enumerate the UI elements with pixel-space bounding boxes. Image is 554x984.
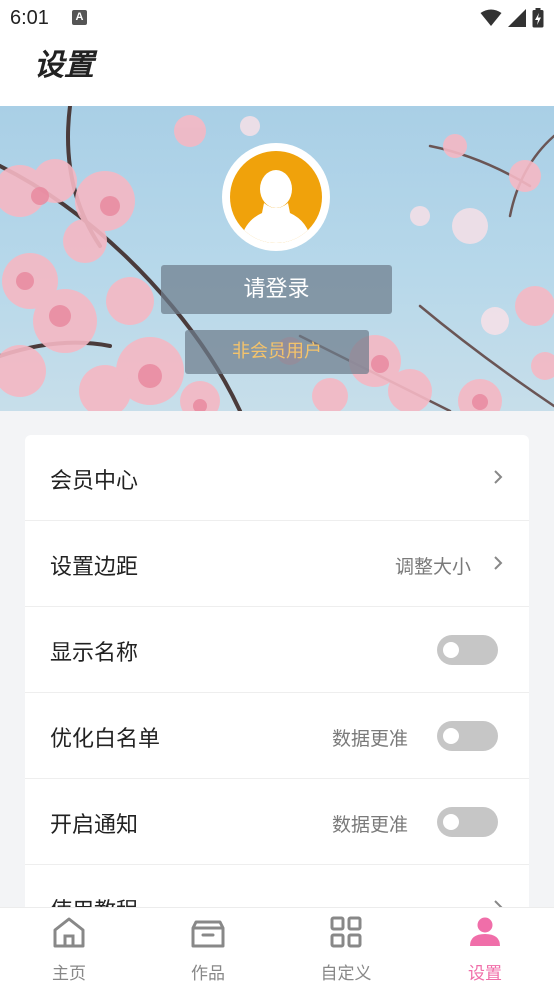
default-avatar-icon — [230, 151, 322, 243]
tab-custom[interactable]: 自定义 — [277, 908, 415, 984]
settings-row-label: 优化白名单 — [50, 727, 161, 752]
settings-row-notifications: 开启通知 数据更准 — [25, 779, 529, 865]
toggle-knob — [443, 728, 459, 744]
settings-row-member-center[interactable]: 会员中心 — [25, 435, 529, 521]
settings-row-hint: 数据更准 — [331, 728, 408, 750]
settings-row-show-name: 显示名称 — [25, 607, 529, 693]
battery-charging-icon — [532, 8, 544, 28]
tab-label: 作品 — [191, 964, 225, 984]
toggle-knob — [443, 814, 459, 830]
home-icon — [53, 917, 85, 948]
avatar[interactable] — [222, 143, 330, 251]
status-bar: 6:01 A — [0, 0, 554, 36]
membership-status-badge: 非会员用户 — [185, 330, 369, 374]
settings-row-label: 开启通知 — [50, 813, 139, 838]
status-time: 6:01 — [10, 7, 49, 29]
notification-icon: A — [72, 10, 87, 25]
settings-row-hint: 数据更准 — [331, 814, 408, 836]
settings-list: 会员中心 设置边距 调整大小 显示名称 优化白名单 数据更准 开启通知 数据更准… — [25, 435, 529, 915]
tab-home[interactable]: 主页 — [0, 908, 138, 984]
settings-row-whitelist: 优化白名单 数据更准 — [25, 693, 529, 779]
settings-row-label: 显示名称 — [50, 641, 139, 666]
tab-works[interactable]: 作品 — [139, 908, 277, 984]
chevron-right-icon — [494, 556, 503, 570]
notifications-toggle[interactable] — [437, 807, 498, 837]
toggle-knob — [443, 642, 459, 658]
status-icons — [480, 8, 544, 28]
tab-label: 设置 — [468, 964, 502, 984]
grid-icon — [330, 916, 362, 948]
login-button[interactable]: 请登录 — [161, 265, 392, 314]
settings-row-label: 设置边距 — [50, 555, 139, 580]
bottom-tab-bar: 主页 作品 自定义 设置 — [0, 907, 554, 984]
wifi-icon — [480, 9, 502, 26]
archive-box-icon — [191, 920, 225, 948]
profile-banner: 请登录 非会员用户 — [0, 106, 554, 411]
tab-label: 自定义 — [320, 964, 372, 984]
whitelist-toggle[interactable] — [437, 721, 498, 751]
settings-row-label: 会员中心 — [50, 469, 139, 494]
chevron-right-icon — [494, 470, 503, 484]
user-icon — [470, 917, 500, 946]
settings-row-margins[interactable]: 设置边距 调整大小 — [25, 521, 529, 607]
show-name-toggle[interactable] — [437, 635, 498, 665]
tab-settings[interactable]: 设置 — [416, 908, 554, 984]
tab-label: 主页 — [52, 964, 86, 984]
page-title: 设置 — [34, 48, 94, 83]
settings-row-hint: 调整大小 — [394, 556, 471, 578]
page-header: 设置 — [0, 36, 554, 106]
cell-signal-icon — [508, 9, 526, 27]
